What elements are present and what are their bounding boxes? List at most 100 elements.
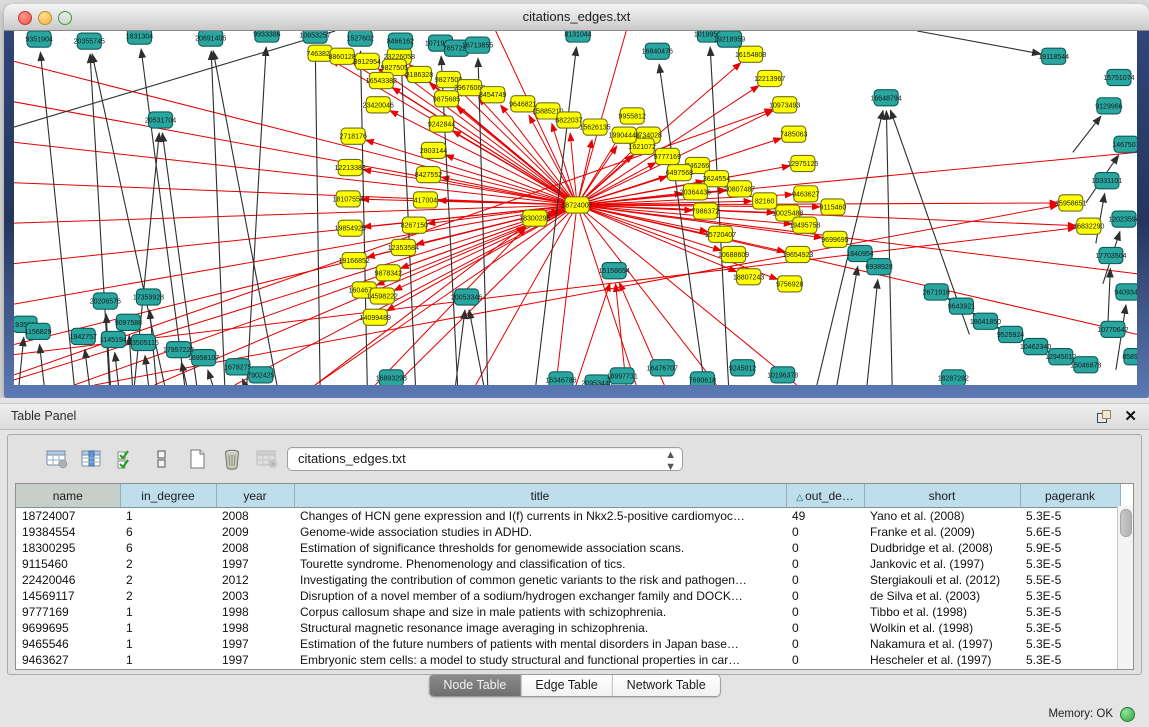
table-cell[interactable]: Estimation of the future numbers of pati… (294, 636, 786, 652)
table-cell[interactable]: 5.6E-5 (1020, 524, 1120, 540)
table-cell[interactable]: Franke et al. (2009) (864, 524, 1020, 540)
table-cell[interactable]: 1998 (216, 604, 294, 620)
table-cell[interactable]: 1 (120, 636, 216, 652)
table-cell[interactable]: 1 (120, 620, 216, 636)
column-header[interactable]: year (216, 484, 294, 508)
table-cell[interactable]: Changes of HCN gene expression and I(f) … (294, 508, 786, 525)
table-cell[interactable]: 0 (786, 588, 864, 604)
table-cell[interactable]: 5.3E-5 (1020, 636, 1120, 652)
table-cell[interactable]: Yano et al. (2008) (864, 508, 1020, 525)
table-cell[interactable]: Wolkin et al. (1998) (864, 620, 1020, 636)
table-cell[interactable]: 0 (786, 524, 864, 540)
table-cell[interactable]: 2012 (216, 572, 294, 588)
table-cell[interactable]: 2009 (216, 524, 294, 540)
close-panel-icon[interactable]: ✕ (1124, 407, 1137, 425)
table-cell[interactable]: Investigating the contribution of common… (294, 572, 786, 588)
table-cell[interactable]: 0 (786, 636, 864, 652)
table-cell[interactable]: 1997 (216, 556, 294, 572)
table-cell[interactable]: Jankovic et al. (1997) (864, 556, 1020, 572)
table-cell[interactable]: 5.3E-5 (1020, 652, 1120, 668)
table-cell[interactable]: 5.3E-5 (1020, 588, 1120, 604)
table-cell[interactable]: 0 (786, 556, 864, 572)
table-cell[interactable]: 5.3E-5 (1020, 620, 1120, 636)
table-cell[interactable]: 1997 (216, 636, 294, 652)
table-row[interactable]: 1872400712008Changes of HCN gene express… (16, 508, 1120, 525)
table-cell[interactable]: Tourette syndrome. Phenomenology and cla… (294, 556, 786, 572)
table-cell[interactable]: 18300295 (16, 540, 120, 556)
table-cell[interactable]: Disruption of a novel member of a sodium… (294, 588, 786, 604)
table-cell[interactable]: 1998 (216, 620, 294, 636)
table-cell[interactable]: 1997 (216, 652, 294, 668)
delete-table-icon[interactable] (219, 446, 245, 472)
table-cell[interactable]: Nakamura et al. (1997) (864, 636, 1020, 652)
table-cell[interactable]: 1 (120, 652, 216, 668)
table-scrollbar-thumb[interactable] (1120, 509, 1132, 537)
new-table-icon[interactable] (184, 446, 210, 472)
tab-edge-table[interactable]: Edge Table (521, 675, 612, 696)
split-panel-icon[interactable] (149, 446, 175, 472)
table-cell[interactable]: 14569117 (16, 588, 120, 604)
table-cell[interactable]: 0 (786, 572, 864, 588)
table-cell[interactable]: 1 (120, 604, 216, 620)
table-cell[interactable]: Embryonic stem cells: a model to study s… (294, 652, 786, 668)
network-canvas-container[interactable]: 1872400718300295746382288601288912954232… (14, 31, 1137, 385)
table-cell[interactable]: Corpus callosum shape and size in male p… (294, 604, 786, 620)
table-cell[interactable]: 1 (120, 508, 216, 525)
table-cell[interactable]: Structural magnetic resonance image aver… (294, 620, 786, 636)
table-cell[interactable]: 9699695 (16, 620, 120, 636)
column-header[interactable]: pagerank (1020, 484, 1120, 508)
table-cell[interactable]: 18724007 (16, 508, 120, 525)
table-cell[interactable]: 2 (120, 572, 216, 588)
table-cell[interactable]: 2008 (216, 508, 294, 525)
table-scrollbar[interactable] (1117, 506, 1133, 669)
table-cell[interactable]: 6 (120, 540, 216, 556)
table-cell[interactable]: 2008 (216, 540, 294, 556)
table-cell[interactable]: de Silva et al. (2003) (864, 588, 1020, 604)
table-cell[interactable]: 6 (120, 524, 216, 540)
table-cell[interactable]: 0 (786, 540, 864, 556)
table-cell[interactable]: Hescheler et al. (1997) (864, 652, 1020, 668)
table-row[interactable]: 1456911722003Disruption of a novel membe… (16, 588, 1120, 604)
table-cell[interactable]: 5.3E-5 (1020, 508, 1120, 525)
column-header[interactable]: △out_de… (786, 484, 864, 508)
table-cell[interactable]: 9465546 (16, 636, 120, 652)
table-cell[interactable]: Estimation of significance thresholds fo… (294, 540, 786, 556)
tab-node-table[interactable]: Node Table (429, 675, 521, 696)
table-cell[interactable]: 5.5E-5 (1020, 572, 1120, 588)
table-cell[interactable]: 0 (786, 620, 864, 636)
table-row[interactable]: 1830029562008Estimation of significance … (16, 540, 1120, 556)
table-row[interactable]: 977716911998Corpus callosum shape and si… (16, 604, 1120, 620)
show-columns-icon[interactable] (79, 446, 105, 472)
table-cell[interactable]: 0 (786, 604, 864, 620)
column-header[interactable]: name (16, 484, 120, 508)
table-cell[interactable]: Stergiakouli et al. (2012) (864, 572, 1020, 588)
column-header[interactable]: short (864, 484, 1020, 508)
table-cell[interactable]: 9777169 (16, 604, 120, 620)
table-cell[interactable]: 9463627 (16, 652, 120, 668)
table-row[interactable]: 969969511998Structural magnetic resonanc… (16, 620, 1120, 636)
table-cell[interactable]: Dudbridge et al. (2008) (864, 540, 1020, 556)
column-header[interactable]: in_degree (120, 484, 216, 508)
table-row[interactable]: 946554611997Estimation of the future num… (16, 636, 1120, 652)
table-cell[interactable]: 9115460 (16, 556, 120, 572)
table-cell[interactable]: 19384554 (16, 524, 120, 540)
table-cell[interactable]: 5.9E-5 (1020, 540, 1120, 556)
column-header[interactable]: title (294, 484, 786, 508)
table-cell[interactable]: 49 (786, 508, 864, 525)
table-row[interactable]: 911546021997Tourette syndrome. Phenomeno… (16, 556, 1120, 572)
table-cell[interactable]: 5.3E-5 (1020, 604, 1120, 620)
table-cell[interactable]: 2 (120, 588, 216, 604)
table-row[interactable]: 946362711997Embryonic stem cells: a mode… (16, 652, 1120, 668)
table-selector-dropdown[interactable]: citations_edges.txt ▲▼ (287, 447, 683, 471)
table-cell[interactable]: 0 (786, 652, 864, 668)
table-cell[interactable]: 2 (120, 556, 216, 572)
table-cell[interactable]: Tibbo et al. (1998) (864, 604, 1020, 620)
table-row[interactable]: 1938455462009Genome-wide association stu… (16, 524, 1120, 540)
table-cell[interactable]: 22420046 (16, 572, 120, 588)
network-window-titlebar[interactable]: citations_edges.txt (4, 4, 1149, 31)
table-row[interactable]: 2242004622012Investigating the contribut… (16, 572, 1120, 588)
table-settings-icon[interactable] (44, 446, 70, 472)
table-cell[interactable]: Genome-wide association studies in ADHD. (294, 524, 786, 540)
tab-network-table[interactable]: Network Table (613, 675, 720, 696)
float-panel-icon[interactable] (1097, 410, 1111, 423)
